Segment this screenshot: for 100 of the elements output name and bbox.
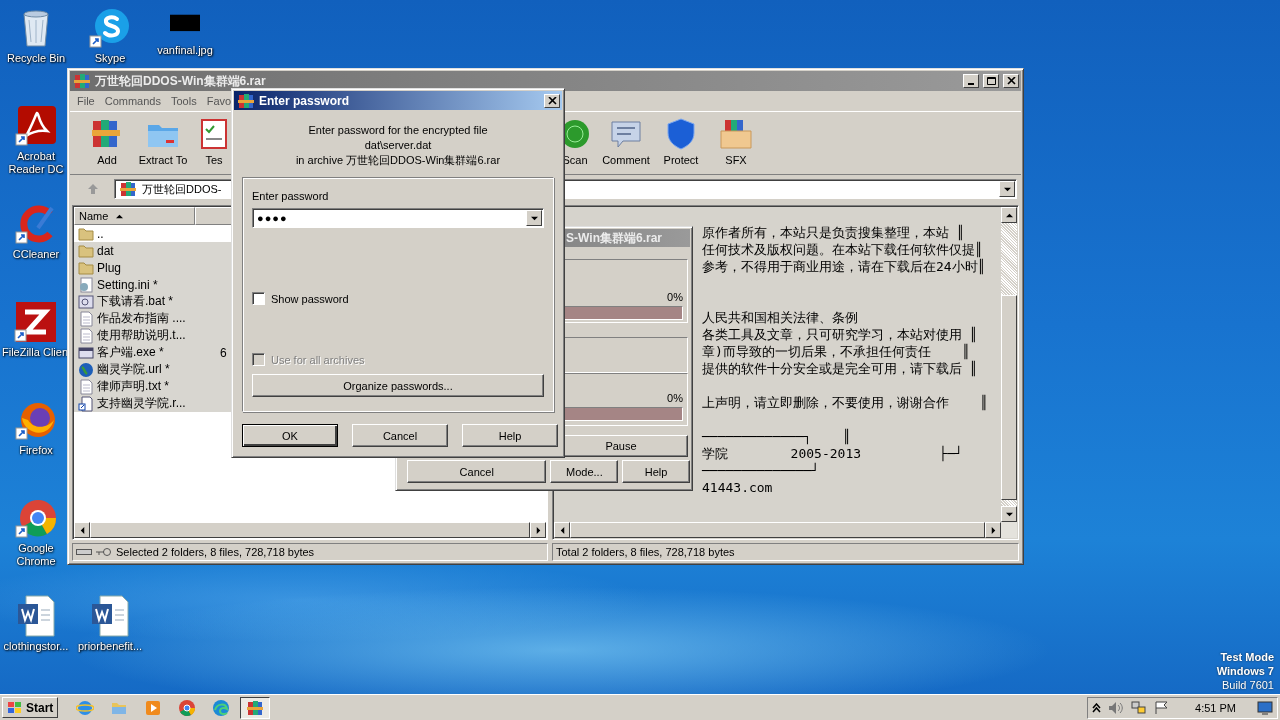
dialog-button[interactable]: Mode...: [550, 460, 619, 483]
file-name: ..: [97, 226, 105, 241]
maximize-icon: [986, 77, 996, 85]
maximize-button[interactable]: [983, 74, 999, 88]
file-name: 使用帮助说明.t...: [97, 327, 187, 344]
desktop-icon-label[interactable]: Recycle Bin: [6, 52, 66, 65]
minimize-button[interactable]: [963, 74, 979, 88]
shield-icon: [664, 117, 698, 151]
desktop-icon-label[interactable]: CCleaner: [12, 248, 60, 261]
checkbox[interactable]: [252, 292, 265, 305]
text-line: 参考，不得用于商业用途，请在下载后在24小时║: [702, 258, 987, 275]
toolbar-button[interactable]: Add: [85, 117, 129, 166]
scroll-left-button[interactable]: [74, 522, 90, 538]
text-file-icon: [78, 327, 94, 344]
text-file-icon: [78, 378, 94, 395]
status-text: Selected 2 folders, 8 files, 728,718 bytes: [116, 546, 315, 558]
progress-percent: 0%: [667, 392, 683, 404]
desktop-icon-label[interactable]: FileZilla Clien: [2, 346, 68, 359]
right-arrow-icon: [989, 526, 997, 534]
folder-icon: [78, 225, 94, 242]
close-icon: [547, 96, 557, 105]
path-text: 万世轮回DDOS-: [142, 181, 222, 197]
desktop-icon-label[interactable]: Firefox: [19, 444, 53, 457]
toolbar-button[interactable]: Extract To: [129, 117, 197, 166]
show-hidden-icons-button[interactable]: [1092, 702, 1102, 713]
password-field[interactable]: ●●●●: [257, 212, 526, 224]
text-line: ──────────────┘: [702, 462, 821, 479]
down-arrow-icon: [1005, 510, 1013, 518]
dialog-button[interactable]: Help: [462, 424, 558, 447]
right-arrow-icon: [534, 526, 542, 534]
text-line: 提供的软件十分安全或是完全可用，请下载后 ║: [702, 360, 979, 377]
system-notice: Test Mode: [1220, 650, 1274, 664]
menu-item[interactable]: Tools: [166, 95, 202, 107]
text-line: ─────────────┐ ║: [702, 428, 852, 445]
start-button[interactable]: Start: [2, 697, 59, 718]
scroll-down-button[interactable]: [1001, 506, 1017, 522]
file-name: 作品发布指南 ....: [97, 310, 187, 327]
file-name: 支持幽灵学院.r...: [97, 395, 187, 412]
dropdown-button[interactable]: [999, 181, 1015, 197]
dialog-button[interactable]: Cancel: [352, 424, 448, 447]
field-label: Enter password: [252, 190, 330, 202]
books-icon: [237, 91, 255, 110]
text-line: 原作者所有，本站只是负责搜集整理，本站 ║: [702, 224, 966, 241]
text-line: 41443.com: [702, 479, 774, 496]
desktop-icon-label[interactable]: Skype: [94, 52, 126, 65]
desktop-icon-label[interactable]: vanfinal.jpg: [157, 44, 213, 57]
file-name: Setting.ini *: [97, 277, 159, 292]
system-notice: Windows 7: [1216, 664, 1274, 678]
box-icon: [719, 117, 753, 151]
toolbar-button[interactable]: Tes: [197, 117, 231, 166]
organize-passwords-button[interactable]: Organize passwords...: [252, 374, 544, 397]
globe-icon: [76, 698, 95, 717]
checkbox-label: Show password: [271, 292, 349, 305]
volume-button[interactable]: [1108, 700, 1125, 715]
scroll-right-button[interactable]: [985, 522, 1001, 538]
show-desktop-button[interactable]: [1257, 700, 1273, 715]
close-button[interactable]: [1003, 74, 1019, 88]
caret-icon: [530, 214, 538, 222]
scroll-right-button[interactable]: [530, 522, 546, 538]
message-text: in archive 万世轮回DDOS-Win集群端6.rar: [295, 153, 501, 167]
password-combo[interactable]: ●●●●: [252, 208, 544, 228]
desktop-icon-label[interactable]: Google Chrome: [4, 542, 68, 568]
status-text: Total 2 folders, 8 files, 728,718 bytes: [556, 546, 735, 558]
shortcut-file-icon: [78, 395, 94, 412]
dialog-button[interactable]: Help: [622, 460, 690, 483]
dialog-button[interactable]: OK: [242, 424, 338, 447]
desktop-icon-label[interactable]: clothingstor...: [3, 640, 69, 653]
message-text: Enter password for the encrypted file: [308, 123, 488, 137]
toolbar-button[interactable]: SFX: [708, 117, 764, 166]
text-file-icon: [78, 310, 94, 327]
column-header[interactable]: Name: [74, 207, 195, 225]
speaker-icon: [1108, 700, 1125, 715]
menu-item[interactable]: File: [72, 95, 100, 107]
desktop-icon-label[interactable]: Acrobat Reader DC: [2, 150, 70, 176]
column-title: Name: [79, 210, 109, 222]
file-name: 客户端.exe *: [97, 344, 165, 361]
caret-icon: [1003, 185, 1011, 193]
close-button[interactable]: [544, 93, 560, 108]
message-text: dat\server.dat: [364, 138, 432, 152]
system-notice: Build 7601: [1222, 678, 1274, 692]
books-icon: [119, 180, 137, 198]
toolbar-button[interactable]: Comment: [598, 117, 654, 166]
dialog-title: S-Win集群端6.rar: [566, 229, 662, 247]
taskbar-app[interactable]: [240, 696, 271, 719]
file-name: dat: [97, 243, 115, 258]
text-line: 学院 2005-2013 ├─┘: [702, 445, 964, 462]
scroll-left-button[interactable]: [554, 522, 570, 538]
text-line: 上声明，请立即删除，不要使用，谢谢合作 ║: [702, 394, 990, 411]
network-button[interactable]: [1131, 700, 1148, 715]
menu-item[interactable]: Commands: [99, 95, 166, 107]
dialog-button[interactable]: Cancel: [407, 460, 547, 483]
file-name: 律师声明.txt *: [97, 378, 170, 395]
desktop-icon-label[interactable]: priorbenefit...: [77, 640, 143, 653]
close-icon: [1006, 77, 1016, 85]
clock: 4:51 PM: [1195, 701, 1236, 714]
up-arrow-icon: [87, 183, 99, 195]
scroll-up-button[interactable]: [1001, 207, 1017, 223]
folder-icon: [78, 259, 94, 276]
toolbar-button[interactable]: Protect: [654, 117, 708, 166]
dropdown-button[interactable]: [526, 210, 542, 226]
